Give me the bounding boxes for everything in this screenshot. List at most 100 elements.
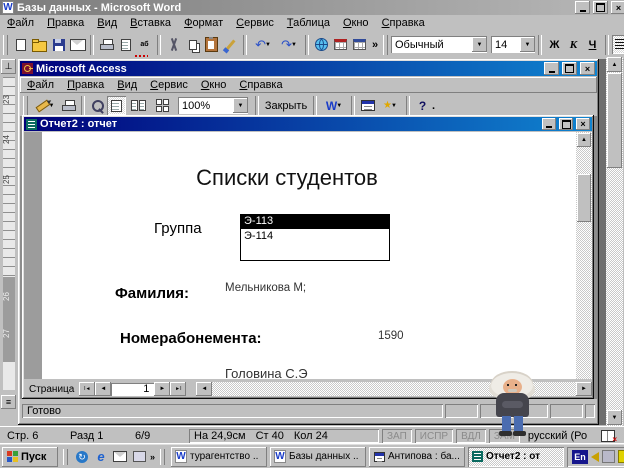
bold-button[interactable]: Ж: [545, 35, 564, 54]
print-icon[interactable]: [97, 35, 116, 54]
channels-icon[interactable]: ↻: [74, 449, 90, 465]
quicklaunch-grip[interactable]: [63, 449, 68, 465]
show-desktop-icon[interactable]: [131, 449, 147, 465]
help-icon[interactable]: ?: [413, 96, 432, 115]
view-buttons[interactable]: ≡: [1, 395, 16, 409]
spelling-icon[interactable]: аб: [135, 35, 154, 54]
paste-icon[interactable]: [202, 35, 221, 54]
one-page-icon[interactable]: [107, 96, 126, 115]
access-minimize-button[interactable]: [544, 62, 559, 75]
access-menu-help[interactable]: Справка: [233, 77, 289, 93]
task-button-2[interactable]: W Базы данных ..: [270, 447, 366, 467]
copy-icon[interactable]: [183, 35, 202, 54]
access-maximize-button[interactable]: [562, 62, 577, 75]
report-minimize-button[interactable]: [542, 118, 556, 130]
word-menu-file[interactable]: Файл: [1, 15, 41, 31]
status-flag-rec[interactable]: ЗАП: [382, 429, 412, 443]
tab-selector-icon[interactable]: ⊥: [1, 59, 16, 74]
status-flag-track[interactable]: ИСПР: [415, 429, 453, 443]
toolbar-overflow-button[interactable]: »: [369, 35, 381, 54]
hscroll-right-button[interactable]: ►: [576, 382, 592, 396]
next-page-button[interactable]: ►: [154, 382, 170, 396]
italic-button[interactable]: К: [564, 35, 583, 54]
print-preview-icon[interactable]: [116, 35, 135, 54]
listbox-item[interactable]: Э-114: [241, 229, 389, 244]
report-scroll-thumb[interactable]: [577, 174, 591, 222]
report-scroll-up-button[interactable]: ▲: [577, 133, 591, 147]
group-listbox[interactable]: Э-113 Э-114: [240, 214, 390, 261]
access-close-button[interactable]: ×: [580, 62, 595, 75]
scroll-up-button[interactable]: ▲: [607, 57, 622, 72]
insert-hyperlink-icon[interactable]: [312, 35, 331, 54]
word-menu-view[interactable]: Вид: [91, 15, 124, 31]
new-object-icon[interactable]: ★▼: [377, 96, 403, 115]
access-menu-tools[interactable]: Сервис: [144, 77, 195, 93]
internet-explorer-icon[interactable]: e: [93, 449, 109, 465]
access-titlebar[interactable]: Microsoft Access ×: [20, 61, 597, 76]
previous-page-button[interactable]: ◄: [95, 382, 111, 396]
word-menu-tools[interactable]: Сервис: [230, 15, 281, 31]
database-window-icon[interactable]: [358, 96, 377, 115]
word-menu-help[interactable]: Справка: [376, 15, 432, 31]
undo-icon[interactable]: ↶▼: [250, 35, 276, 54]
access-menu-view[interactable]: Вид: [111, 77, 144, 93]
page-number-input[interactable]: 1: [111, 383, 154, 396]
open-folder-icon[interactable]: [30, 35, 49, 54]
design-view-icon[interactable]: ▼: [31, 96, 59, 115]
scroll-thumb[interactable]: [607, 73, 622, 168]
report-vscrollbar[interactable]: ▲: [576, 132, 592, 379]
word-close-button[interactable]: ×: [611, 1, 624, 14]
insert-table-icon[interactable]: [350, 35, 369, 54]
word-menu-window[interactable]: Окно: [337, 15, 376, 31]
access-toolbar-grip[interactable]: [23, 96, 28, 116]
word-menu-edit[interactable]: Правка: [41, 15, 91, 31]
last-page-button[interactable]: ►Ι: [170, 382, 186, 396]
multiple-pages-icon[interactable]: [150, 96, 174, 115]
first-page-button[interactable]: Ι◄: [79, 382, 95, 396]
tray-icon-display[interactable]: [602, 450, 615, 463]
word-restore-button[interactable]: [593, 1, 608, 14]
task-button-1[interactable]: W турагентство ..: [171, 447, 267, 467]
new-document-icon[interactable]: [11, 35, 30, 54]
access-menu-edit[interactable]: Правка: [61, 77, 111, 93]
task-button-active[interactable]: Отчет2 : от: [468, 447, 564, 467]
format-painter-icon[interactable]: [221, 35, 240, 54]
underline-button[interactable]: Ч: [583, 35, 602, 54]
hscroll-left-button[interactable]: ◄: [196, 382, 212, 396]
report-maximize-button[interactable]: [559, 118, 573, 130]
word-menu-format[interactable]: Формат: [178, 15, 230, 31]
zoom-magnifier-icon[interactable]: [88, 96, 107, 115]
tables-borders-icon[interactable]: [331, 35, 350, 54]
report-close-button[interactable]: ×: [576, 118, 590, 130]
cut-icon[interactable]: [164, 35, 183, 54]
align-left-button[interactable]: [612, 35, 624, 54]
word-minimize-button[interactable]: [575, 1, 590, 14]
save-icon[interactable]: [49, 35, 68, 54]
office-assistant[interactable]: [487, 371, 539, 437]
redo-icon[interactable]: ↷▼: [276, 35, 302, 54]
zoom-combobox[interactable]: 100%▼: [178, 97, 248, 114]
quicklaunch-overflow[interactable]: »: [150, 452, 155, 462]
officelinks-word-icon[interactable]: W▼: [320, 96, 348, 115]
report-titlebar[interactable]: Отчет2 : отчет ×: [24, 117, 592, 131]
word-vscrollbar[interactable]: ▲ ▼: [606, 57, 623, 426]
font-size-combobox[interactable]: 14▼: [491, 36, 535, 53]
close-preview-button[interactable]: Закрыть: [262, 96, 310, 115]
access-menu-window[interactable]: Окно: [195, 77, 234, 93]
style-combobox[interactable]: Обычный▼: [391, 36, 487, 53]
volume-icon[interactable]: [591, 452, 599, 462]
language-indicator[interactable]: En: [572, 450, 588, 464]
word-menu-insert[interactable]: Вставка: [124, 15, 178, 31]
email-icon[interactable]: [68, 35, 87, 54]
task-button-3[interactable]: Антипова : ба...: [369, 447, 465, 467]
two-pages-icon[interactable]: [126, 96, 150, 115]
start-button[interactable]: Пуск: [2, 447, 58, 467]
tasks-grip[interactable]: [160, 449, 165, 465]
scroll-down-button[interactable]: ▼: [607, 410, 622, 425]
access-print-icon[interactable]: [59, 96, 78, 115]
access-menu-file[interactable]: Файл: [21, 77, 61, 93]
toolbar-grip[interactable]: [3, 35, 8, 55]
status-flag-ext[interactable]: ВДЛ: [456, 429, 486, 443]
word-menu-table[interactable]: Таблица: [281, 15, 337, 31]
formatting-toolbar-grip[interactable]: [383, 35, 388, 55]
